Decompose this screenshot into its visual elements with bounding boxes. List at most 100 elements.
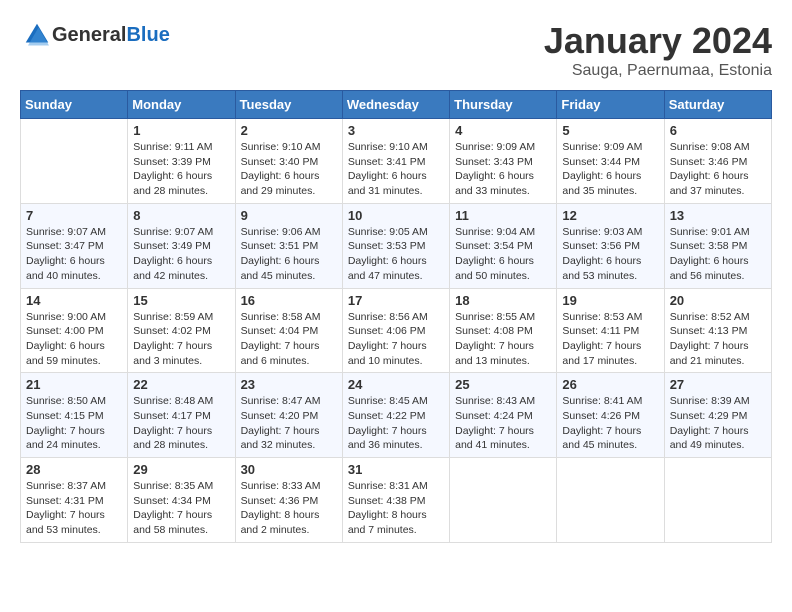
table-row: 21 Sunrise: 8:50 AMSunset: 4:15 PMDayligh… [21,373,128,458]
logo-text: GeneralBlue [52,24,170,47]
table-row: 9 Sunrise: 9:06 AMSunset: 3:51 PMDaylight… [235,203,342,288]
day-number: 22 [133,377,229,392]
table-row: 11Sunrise: 9:04 AMSunset: 3:54 PMDayligh… [450,203,557,288]
day-info: Sunrise: 8:58 AMSunset: 4:04 PMDaylight:… [241,310,337,369]
header-monday: Monday [128,91,235,119]
header-sunday: Sunday [21,91,128,119]
day-info: Sunrise: 8:52 AMSunset: 4:13 PMDaylight:… [670,310,766,369]
day-number: 10 [348,208,444,223]
day-number: 26 [562,377,658,392]
header-wednesday: Wednesday [342,91,449,119]
day-number: 29 [133,462,229,477]
day-info: Sunrise: 9:10 AMSunset: 3:41 PMDaylight:… [348,140,444,199]
table-row: 31 Sunrise: 8:31 AMSunset: 4:38 PMDayligh… [342,458,449,543]
day-number: 23 [241,377,337,392]
day-info: Sunrise: 8:37 AMSunset: 4:31 PMDaylight:… [26,479,122,538]
table-row: 29 Sunrise: 8:35 AMSunset: 4:34 PMDayligh… [128,458,235,543]
month-title: January 2024 [544,20,772,62]
header: GeneralBlue January 2024 Sauga, Paernuma… [20,20,772,80]
day-info: Sunrise: 8:50 AMSunset: 4:15 PMDaylight:… [26,394,122,453]
day-info: Sunrise: 8:56 AMSunset: 4:06 PMDaylight:… [348,310,444,369]
day-info: Sunrise: 9:06 AMSunset: 3:51 PMDaylight:… [241,225,337,284]
generalblue-logo-icon [22,20,52,50]
day-info: Sunrise: 8:59 AMSunset: 4:02 PMDaylight:… [133,310,229,369]
day-info: Sunrise: 9:07 AMSunset: 3:49 PMDaylight:… [133,225,229,284]
table-row [664,458,771,543]
weekday-header-row: Sunday Monday Tuesday Wednesday Thursday… [21,91,772,119]
day-number: 16 [241,293,337,308]
day-info: Sunrise: 8:35 AMSunset: 4:34 PMDaylight:… [133,479,229,538]
day-info: Sunrise: 8:55 AMSunset: 4:08 PMDaylight:… [455,310,551,369]
day-info: Sunrise: 9:07 AMSunset: 3:47 PMDaylight:… [26,225,122,284]
table-row: 24Sunrise: 8:45 AMSunset: 4:22 PMDayligh… [342,373,449,458]
table-row: 28 Sunrise: 8:37 AMSunset: 4:31 PMDayligh… [21,458,128,543]
day-info: Sunrise: 9:03 AMSunset: 3:56 PMDaylight:… [562,225,658,284]
header-thursday: Thursday [450,91,557,119]
day-number: 5 [562,123,658,138]
day-info: Sunrise: 9:10 AMSunset: 3:40 PMDaylight:… [241,140,337,199]
day-info: Sunrise: 9:09 AMSunset: 3:43 PMDaylight:… [455,140,551,199]
day-number: 3 [348,123,444,138]
day-info: Sunrise: 8:39 AMSunset: 4:29 PMDaylight:… [670,394,766,453]
table-row: 26 Sunrise: 8:41 AMSunset: 4:26 PMDayligh… [557,373,664,458]
calendar-week-row: 21 Sunrise: 8:50 AMSunset: 4:15 PMDayligh… [21,373,772,458]
day-number: 12 [562,208,658,223]
calendar-week-row: 14Sunrise: 9:00 AMSunset: 4:00 PMDayligh… [21,288,772,373]
day-number: 18 [455,293,551,308]
day-info: Sunrise: 9:11 AMSunset: 3:39 PMDaylight:… [133,140,229,199]
day-info: Sunrise: 9:04 AMSunset: 3:54 PMDaylight:… [455,225,551,284]
table-row [450,458,557,543]
day-number: 28 [26,462,122,477]
day-info: Sunrise: 8:43 AMSunset: 4:24 PMDaylight:… [455,394,551,453]
table-row: 22 Sunrise: 8:48 AMSunset: 4:17 PMDayligh… [128,373,235,458]
table-row: 8 Sunrise: 9:07 AMSunset: 3:49 PMDaylight… [128,203,235,288]
table-row: 5 Sunrise: 9:09 AMSunset: 3:44 PMDaylight… [557,119,664,204]
day-info: Sunrise: 8:33 AMSunset: 4:36 PMDaylight:… [241,479,337,538]
day-number: 25 [455,377,551,392]
day-info: Sunrise: 9:08 AMSunset: 3:46 PMDaylight:… [670,140,766,199]
day-info: Sunrise: 8:41 AMSunset: 4:26 PMDaylight:… [562,394,658,453]
day-number: 8 [133,208,229,223]
table-row: 19Sunrise: 8:53 AMSunset: 4:11 PMDayligh… [557,288,664,373]
day-number: 19 [562,293,658,308]
table-row: 4 Sunrise: 9:09 AMSunset: 3:43 PMDaylight… [450,119,557,204]
table-row: 14Sunrise: 9:00 AMSunset: 4:00 PMDayligh… [21,288,128,373]
table-row: 17 Sunrise: 8:56 AMSunset: 4:06 PMDayligh… [342,288,449,373]
day-info: Sunrise: 9:09 AMSunset: 3:44 PMDaylight:… [562,140,658,199]
table-row: 20Sunrise: 8:52 AMSunset: 4:13 PMDayligh… [664,288,771,373]
day-number: 21 [26,377,122,392]
table-row: 30 Sunrise: 8:33 AMSunset: 4:36 PMDayligh… [235,458,342,543]
calendar-week-row: 28 Sunrise: 8:37 AMSunset: 4:31 PMDayligh… [21,458,772,543]
table-row: 12 Sunrise: 9:03 AMSunset: 3:56 PMDayligh… [557,203,664,288]
header-friday: Friday [557,91,664,119]
table-row: 1Sunrise: 9:11 AMSunset: 3:39 PMDaylight… [128,119,235,204]
day-info: Sunrise: 8:31 AMSunset: 4:38 PMDaylight:… [348,479,444,538]
table-row: 23 Sunrise: 8:47 AMSunset: 4:20 PMDayligh… [235,373,342,458]
table-row [557,458,664,543]
header-saturday: Saturday [664,91,771,119]
day-info: Sunrise: 8:48 AMSunset: 4:17 PMDaylight:… [133,394,229,453]
table-row: 7Sunrise: 9:07 AMSunset: 3:47 PMDaylight… [21,203,128,288]
day-number: 17 [348,293,444,308]
logo: GeneralBlue [20,20,170,50]
location-title: Sauga, Paernumaa, Estonia [544,62,772,80]
day-number: 2 [241,123,337,138]
calendar-week-row: 1Sunrise: 9:11 AMSunset: 3:39 PMDaylight… [21,119,772,204]
table-row: 18 Sunrise: 8:55 AMSunset: 4:08 PMDayligh… [450,288,557,373]
table-row: 6 Sunrise: 9:08 AMSunset: 3:46 PMDaylight… [664,119,771,204]
day-number: 9 [241,208,337,223]
calendar-week-row: 7Sunrise: 9:07 AMSunset: 3:47 PMDaylight… [21,203,772,288]
day-number: 6 [670,123,766,138]
day-info: Sunrise: 9:05 AMSunset: 3:53 PMDaylight:… [348,225,444,284]
day-number: 30 [241,462,337,477]
day-number: 4 [455,123,551,138]
day-number: 14 [26,293,122,308]
day-number: 27 [670,377,766,392]
table-row [21,119,128,204]
day-number: 13 [670,208,766,223]
table-row: 2 Sunrise: 9:10 AMSunset: 3:40 PMDaylight… [235,119,342,204]
header-tuesday: Tuesday [235,91,342,119]
table-row: 25 Sunrise: 8:43 AMSunset: 4:24 PMDayligh… [450,373,557,458]
day-number: 31 [348,462,444,477]
day-info: Sunrise: 8:47 AMSunset: 4:20 PMDaylight:… [241,394,337,453]
